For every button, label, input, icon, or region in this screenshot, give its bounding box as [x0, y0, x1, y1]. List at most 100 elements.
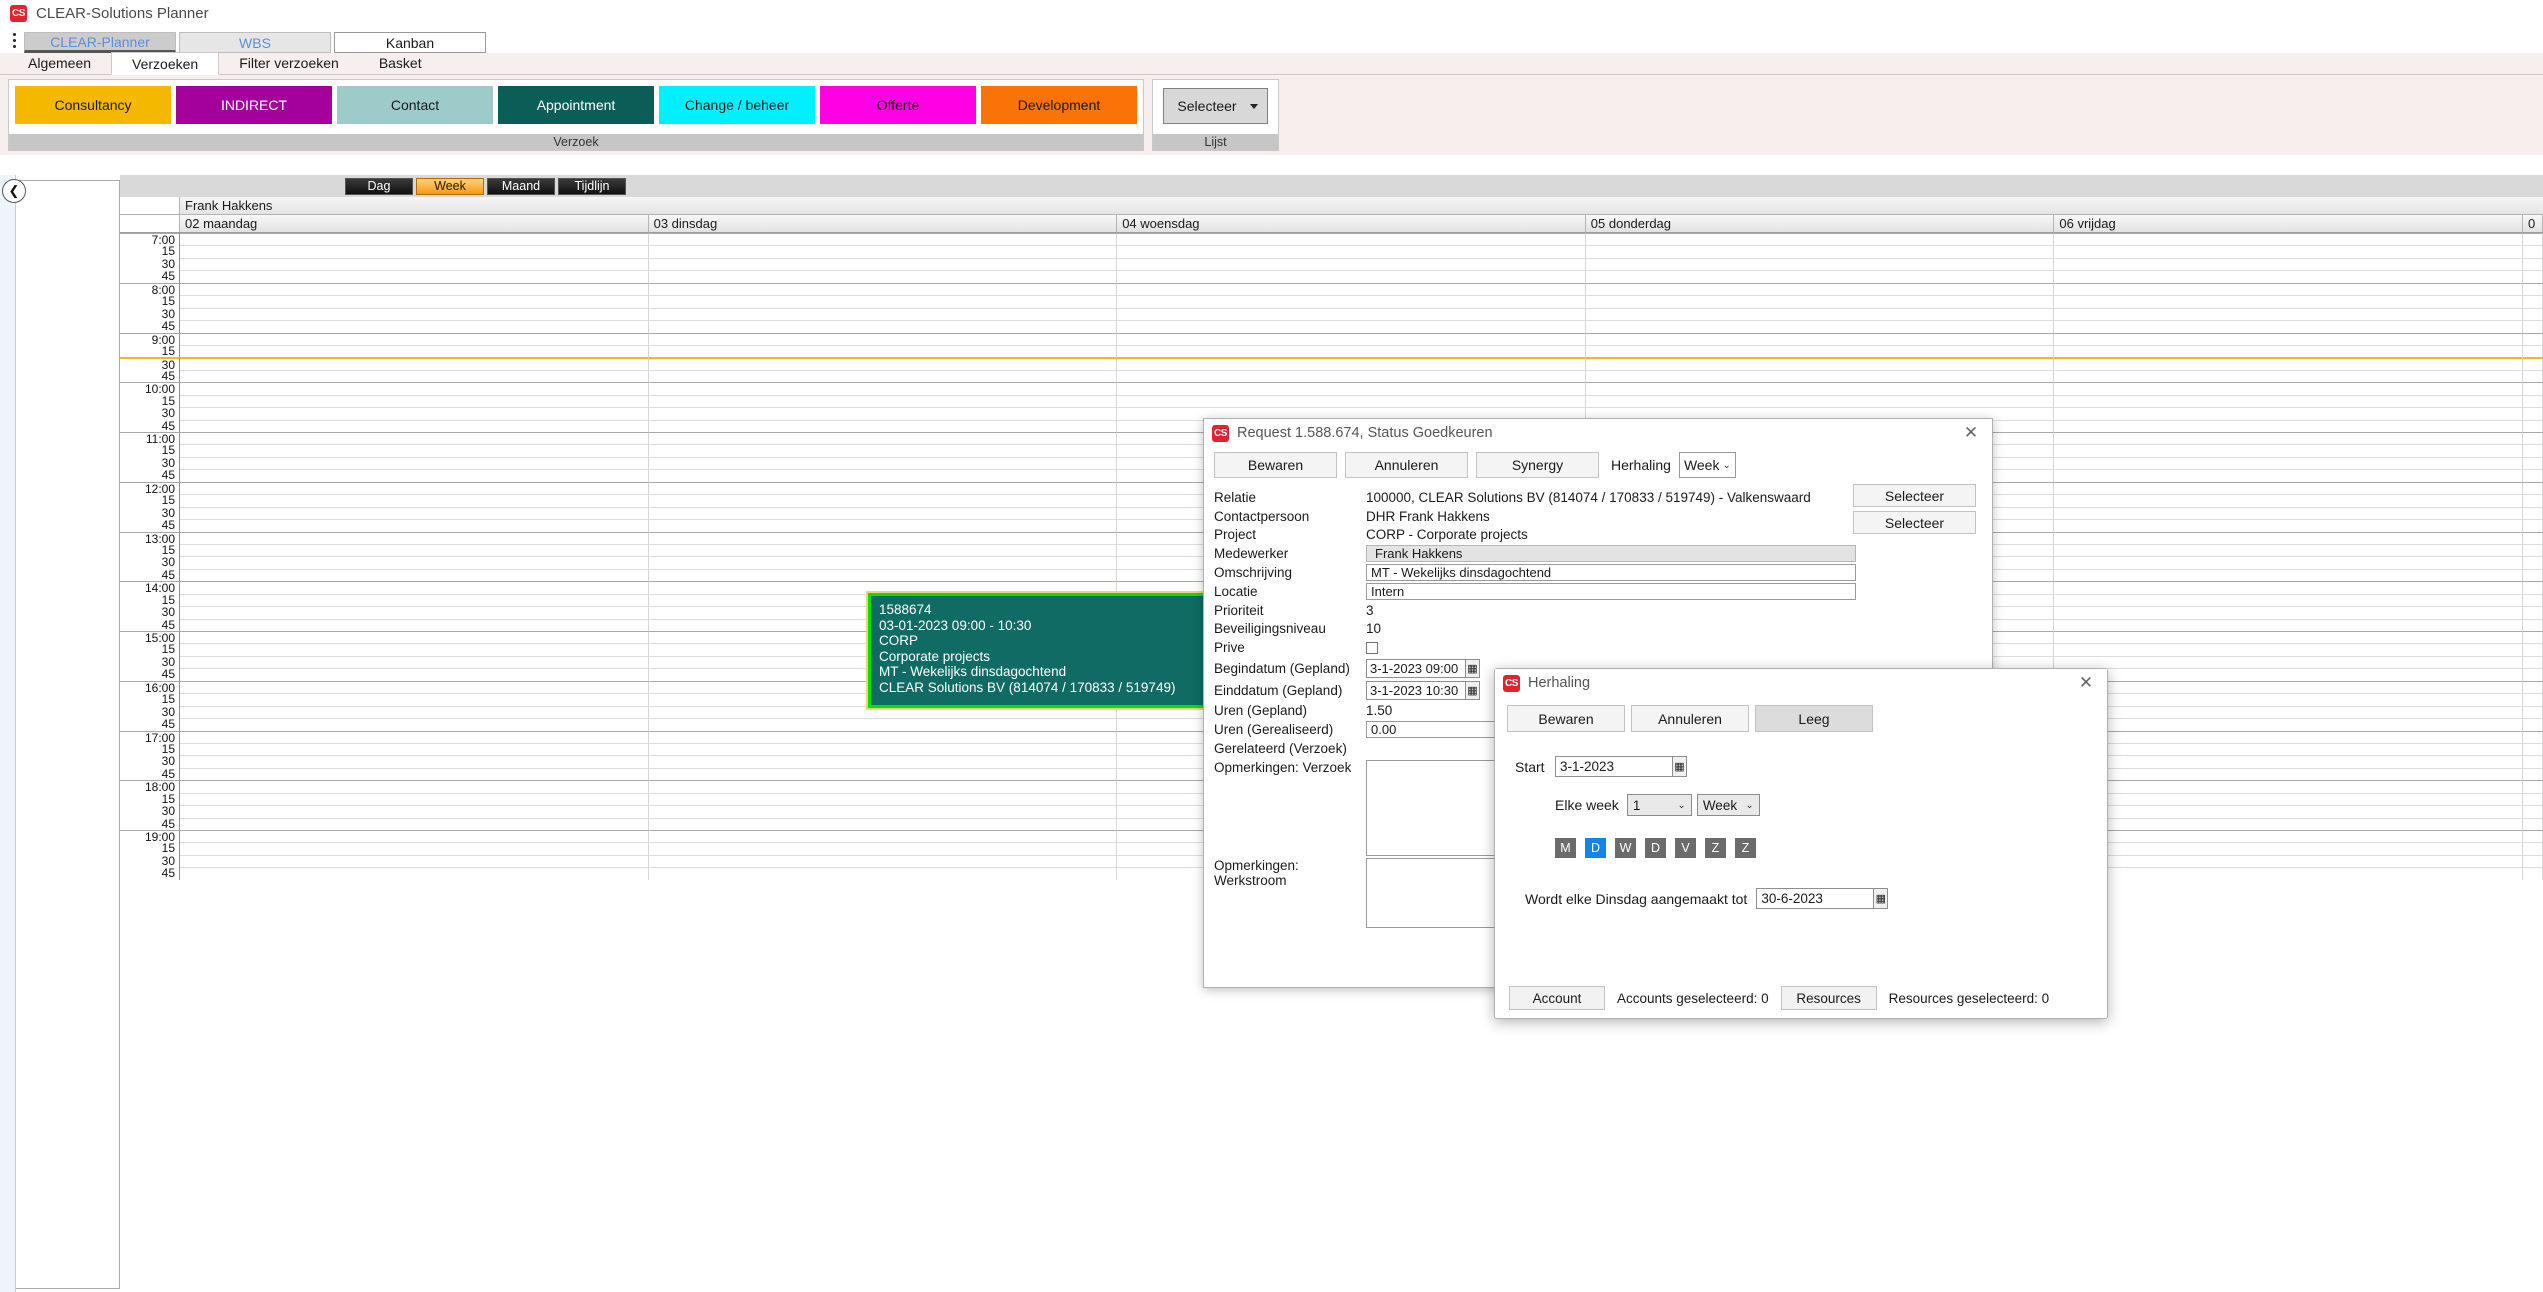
calendar-slot-row[interactable]: 45 [120, 320, 2543, 333]
calendar-slot-cell[interactable] [648, 245, 1118, 258]
left-side-panel[interactable] [16, 180, 120, 1289]
calendar-slot-cell[interactable] [1585, 233, 2055, 246]
calendar-slot-cell[interactable] [2054, 830, 2523, 843]
calendar-slot-cell[interactable] [1117, 270, 1586, 283]
close-icon[interactable]: ✕ [1958, 422, 1984, 444]
calendar-slot-cell[interactable] [648, 394, 1118, 408]
calendar-slot-cell[interactable] [648, 257, 1118, 271]
view-button-tijdlijn[interactable]: Tijdlijn [558, 177, 626, 195]
calendar-slot-cell[interactable] [180, 631, 649, 644]
calendar-slot-cell[interactable] [648, 320, 1118, 333]
calendar-slot-cell[interactable] [648, 543, 1118, 557]
calendar-slot-cell[interactable] [2522, 543, 2543, 557]
calendar-day-header[interactable]: 03 dinsdag [649, 215, 1118, 232]
calendar-slot-cell[interactable] [180, 456, 649, 470]
calendar-slot-cell[interactable] [180, 407, 649, 420]
calendar-slot-cell[interactable] [2054, 593, 2523, 607]
calendar-slot-cell[interactable] [2522, 233, 2543, 246]
verzoek-button-consultancy[interactable]: Consultancy [15, 86, 171, 124]
collapse-panel-button[interactable]: ❮ [2, 179, 26, 203]
calendar-slot-cell[interactable] [2054, 693, 2523, 706]
calendar-slot-cell[interactable] [180, 805, 649, 818]
calendar-slot-cell[interactable] [2522, 742, 2543, 756]
calendar-slot-cell[interactable] [2054, 755, 2523, 768]
calendar-slot-cell[interactable] [180, 655, 649, 669]
calendar-slot-cell[interactable] [180, 854, 649, 868]
calendar-slot-cell[interactable] [180, 394, 649, 408]
calendar-slot-cell[interactable] [2054, 543, 2523, 557]
calendar-slot-cell[interactable] [2054, 245, 2523, 258]
calendar-slot-cell[interactable] [2522, 593, 2543, 607]
calendar-slot-cell[interactable] [1585, 295, 2055, 308]
calendar-picker-icon[interactable]: ▦ [1466, 658, 1480, 678]
calendar-slot-cell[interactable] [180, 755, 649, 768]
calendar-day-header[interactable]: 05 donderdag [1586, 215, 2055, 232]
verzoek-button-contact[interactable]: Contact [337, 86, 493, 124]
calendar-slot-cell[interactable] [2054, 867, 2523, 880]
calendar-slot-cell[interactable] [180, 643, 649, 656]
calendar-slot-cell[interactable] [648, 456, 1118, 470]
calendar-slot-cell[interactable] [648, 369, 1118, 383]
calendar-slot-cell[interactable] [2054, 233, 2523, 246]
calendar-slot-cell[interactable] [648, 506, 1118, 520]
calendar-slot-cell[interactable] [180, 680, 649, 694]
calendar-slot-cell[interactable] [2522, 369, 2543, 383]
calendar-slot-cell[interactable] [2054, 270, 2523, 283]
calendar-slot-cell[interactable] [648, 780, 1118, 793]
calendar-slot-cell[interactable] [180, 668, 649, 681]
calendar-slot-cell[interactable] [648, 344, 1118, 358]
calendar-slot-cell[interactable] [180, 556, 649, 569]
calendar-slot-cell[interactable] [648, 382, 1118, 395]
view-button-dag[interactable]: Dag [345, 177, 413, 195]
calendar-slot-cell[interactable] [648, 419, 1118, 432]
calendar-slot-cell[interactable] [1585, 382, 2055, 395]
calendar-slot-cell[interactable] [648, 481, 1118, 495]
calendar-slot-cell[interactable] [648, 270, 1118, 283]
calendar-slot-cell[interactable] [2054, 519, 2523, 532]
calendar-slot-cell[interactable] [2522, 767, 2543, 781]
calendar-slot-cell[interactable] [2522, 320, 2543, 333]
calendar-slot-cell[interactable] [2522, 357, 2543, 370]
calendar-slot-cell[interactable] [2054, 419, 2523, 432]
calendar-slot-cell[interactable] [180, 792, 649, 806]
calendar-slot-cell[interactable] [180, 817, 649, 830]
view-button-maand[interactable]: Maand [487, 177, 555, 195]
calendar-slot-cell[interactable] [2522, 506, 2543, 520]
calendar-day-header[interactable]: 0 [2523, 215, 2543, 232]
calendar-slot-cell[interactable] [2522, 631, 2543, 644]
recurrence-day-toggle[interactable]: D [1645, 838, 1666, 858]
calendar-slot-cell[interactable] [180, 867, 649, 880]
calendar-slot-cell[interactable] [180, 767, 649, 781]
recurrence-cancel-button[interactable]: Annuleren [1631, 705, 1749, 732]
calendar-slot-cell[interactable] [2054, 282, 2523, 296]
calendar-slot-cell[interactable] [2522, 332, 2543, 345]
calendar-slot-cell[interactable] [648, 830, 1118, 843]
calendar-slot-cell[interactable] [180, 705, 649, 719]
calendar-slot-cell[interactable] [2522, 668, 2543, 681]
calendar-slot-cell[interactable] [648, 432, 1118, 445]
request-field-checkbox[interactable] [1366, 641, 1378, 654]
calendar-slot-cell[interactable] [2054, 680, 2523, 694]
calendar-slot-cell[interactable] [2522, 494, 2543, 507]
calendar-slot-cell[interactable] [1117, 233, 1586, 246]
calendar-slot-cell[interactable] [2054, 618, 2523, 631]
calendar-slot-cell[interactable] [180, 519, 649, 532]
calendar-slot-cell[interactable] [2522, 842, 2543, 855]
calendar-slot-cell[interactable] [180, 506, 649, 520]
recurrence-day-toggle[interactable]: M [1555, 838, 1576, 858]
verzoek-button-indirect[interactable]: INDIRECT [176, 86, 332, 124]
request-field-date-input[interactable]: 3-1-2023 10:30 [1366, 680, 1466, 700]
calendar-slot-cell[interactable] [648, 718, 1118, 731]
calendar-slot-cell[interactable] [2522, 270, 2543, 283]
calendar-slot-cell[interactable] [180, 531, 649, 544]
verzoek-button-change-beheer[interactable]: Change / beheer [659, 86, 815, 124]
calendar-slot-cell[interactable] [180, 693, 649, 706]
calendar-slot-cell[interactable] [2522, 805, 2543, 818]
calendar-slot-cell[interactable] [2054, 332, 2523, 345]
request-field-input[interactable]: Intern [1366, 582, 1856, 600]
calendar-slot-row[interactable]: 30 [120, 357, 2543, 372]
calendar-slot-cell[interactable] [2522, 867, 2543, 880]
calendar-slot-cell[interactable] [180, 481, 649, 495]
calendar-slot-cell[interactable] [2522, 531, 2543, 544]
calendar-slot-cell[interactable] [2522, 245, 2543, 258]
